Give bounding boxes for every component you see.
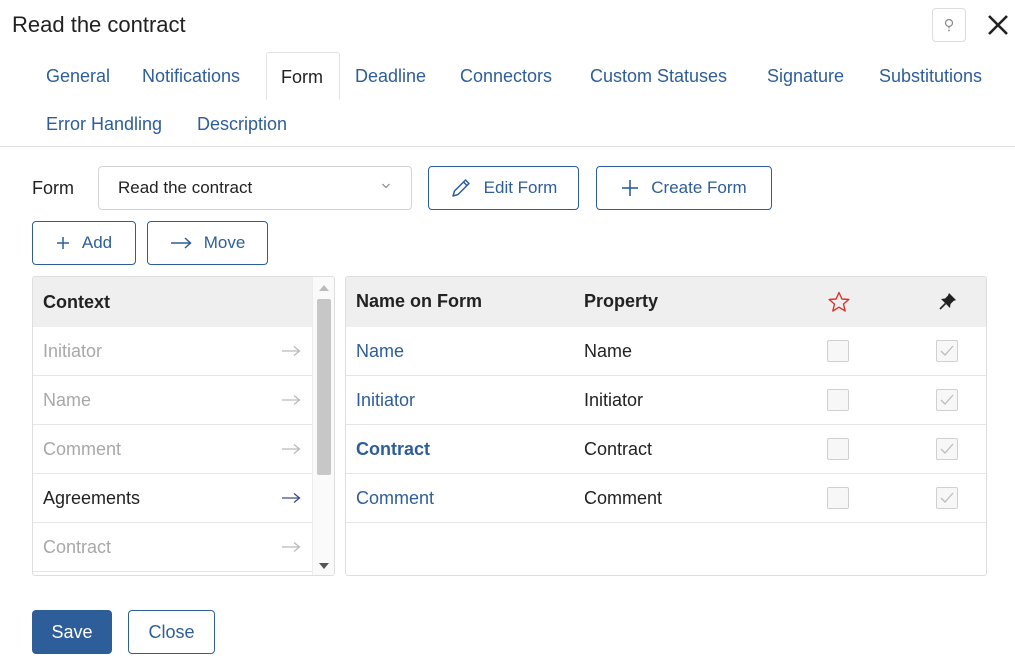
edit-form-label: Edit Form <box>483 178 558 197</box>
required-checkbox[interactable] <box>827 438 849 460</box>
field-property: Contract <box>584 439 653 459</box>
arrow-right-icon[interactable] <box>281 394 301 406</box>
check-icon <box>940 345 954 356</box>
close-button[interactable]: Close <box>128 610 215 654</box>
plus-icon <box>56 237 69 249</box>
table-header: Name on Form Property <box>346 277 986 327</box>
context-item[interactable]: Comment <box>33 425 313 474</box>
tab-signature[interactable]: Signature <box>753 52 858 100</box>
arrow-right-icon[interactable] <box>281 345 301 357</box>
check-icon <box>940 443 954 454</box>
context-scrollbar[interactable] <box>312 277 334 575</box>
tab-connectors[interactable]: Connectors <box>446 52 566 100</box>
tab-substitutions[interactable]: Substitutions <box>865 52 996 100</box>
form-fields-table: Name on Form Property Name Name Initiato… <box>345 276 987 576</box>
move-label: Move <box>203 233 246 252</box>
field-name-link[interactable]: Initiator <box>356 376 415 425</box>
table-row: Contract Contract <box>346 425 986 474</box>
readonly-checkbox[interactable] <box>936 389 958 411</box>
help-icon <box>944 18 954 32</box>
help-button[interactable] <box>932 8 966 42</box>
readonly-checkbox[interactable] <box>936 487 958 509</box>
tab-general[interactable]: General <box>32 52 124 100</box>
tab-notifications[interactable]: Notifications <box>128 52 254 100</box>
plus-icon <box>622 180 639 196</box>
tab-form[interactable]: Form <box>266 52 340 100</box>
context-item-label: Initiator <box>43 340 103 361</box>
readonly-checkbox[interactable] <box>936 340 958 362</box>
create-form-button[interactable]: Create Form <box>596 166 772 210</box>
context-item-label: Comment <box>43 438 122 459</box>
arrow-right-icon[interactable] <box>281 492 301 504</box>
required-checkbox[interactable] <box>827 340 849 362</box>
table-row: Comment Comment <box>346 474 986 523</box>
tab-bar: General Notifications Form Deadline Conn… <box>0 52 1015 147</box>
field-name-link[interactable]: Name <box>356 327 404 376</box>
check-icon <box>940 394 954 405</box>
tab-description[interactable]: Description <box>183 100 301 148</box>
table-row: Initiator Initiator <box>346 376 986 425</box>
scrollbar-thumb[interactable] <box>317 299 331 475</box>
create-form-label: Create Form <box>651 178 747 197</box>
pencil-icon <box>451 179 470 197</box>
field-name-link[interactable]: Comment <box>356 474 434 523</box>
chevron-down-icon <box>382 183 390 189</box>
field-name-link[interactable]: Contract <box>356 425 430 474</box>
context-item-label: Agreements <box>43 487 141 508</box>
dialog-title: Read the contract <box>12 12 186 37</box>
add-button[interactable]: Add <box>32 221 136 265</box>
context-item[interactable]: Name <box>33 376 313 425</box>
context-item[interactable]: Contract <box>33 523 313 572</box>
scroll-down-icon[interactable] <box>319 563 329 569</box>
form-label: Form <box>32 178 74 198</box>
field-property: Name <box>584 341 633 361</box>
required-checkbox[interactable] <box>827 487 849 509</box>
header-property: Property <box>584 291 659 311</box>
edit-form-button[interactable]: Edit Form <box>428 166 579 210</box>
context-list: Context Initiator Name Comment Agreement… <box>32 276 335 576</box>
arrow-right-icon <box>170 237 192 249</box>
close-icon[interactable] <box>984 10 1012 40</box>
arrow-right-icon[interactable] <box>281 541 301 553</box>
readonly-checkbox[interactable] <box>936 438 958 460</box>
context-item-label: Name <box>43 389 92 410</box>
header-name-on-form: Name on Form <box>356 291 483 311</box>
tab-deadline[interactable]: Deadline <box>341 52 440 100</box>
field-property: Comment <box>584 488 663 508</box>
pin-icon <box>939 293 956 310</box>
required-checkbox[interactable] <box>827 389 849 411</box>
tab-error-handling[interactable]: Error Handling <box>32 100 176 148</box>
form-select-value: Read the contract <box>118 178 253 197</box>
arrow-right-icon[interactable] <box>281 443 301 455</box>
add-label: Add <box>81 233 113 252</box>
save-button[interactable]: Save <box>32 610 112 654</box>
scroll-up-icon[interactable] <box>319 285 329 291</box>
check-icon <box>940 492 954 503</box>
star-icon <box>828 291 850 312</box>
table-row: Name Name <box>346 327 986 376</box>
move-button[interactable]: Move <box>147 221 268 265</box>
context-item[interactable]: Initiator <box>33 327 313 376</box>
context-item-label: Contract <box>43 536 112 557</box>
context-item[interactable]: Agreements <box>33 474 313 523</box>
form-select[interactable]: Read the contract <box>98 166 412 210</box>
tab-custom-statuses[interactable]: Custom Statuses <box>576 52 741 100</box>
field-property: Initiator <box>584 390 644 410</box>
context-header: Context <box>33 277 313 327</box>
